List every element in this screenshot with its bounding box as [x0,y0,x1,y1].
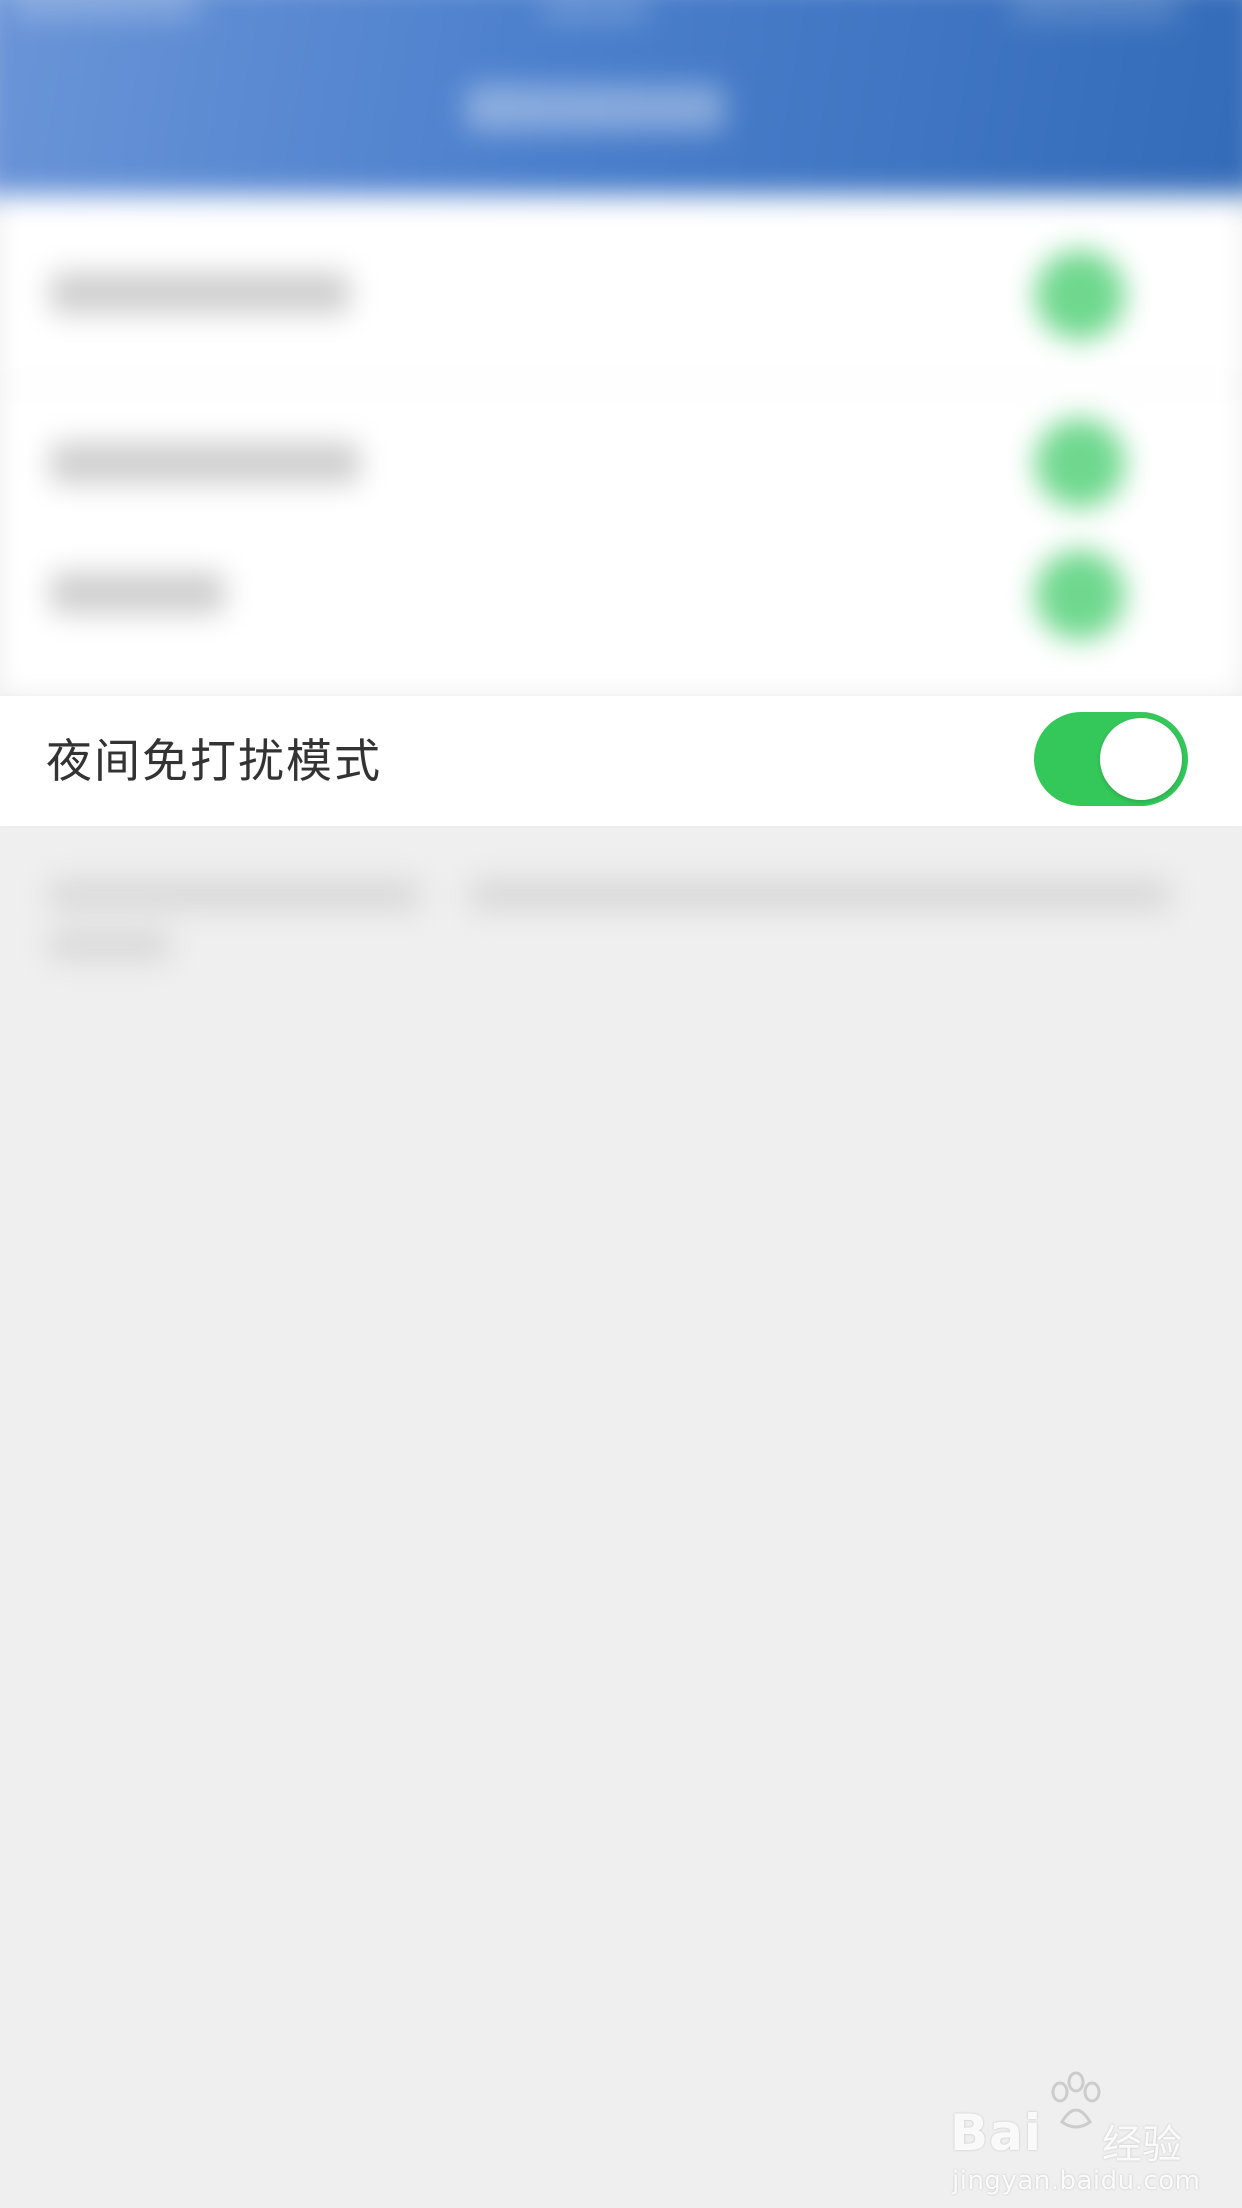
status-bar-time [540,0,650,22]
blurred-row-label [50,572,225,614]
nav-title [465,84,725,132]
watermark-brand-suffix: 经验 [1102,2122,1182,2168]
blurred-description [50,930,170,960]
baidu-jingyan-watermark: Bai 经验 jingyan.baidu.com [950,2070,1200,2196]
blurred-row-label [50,442,360,484]
navigation-bar [0,0,1242,195]
blurred-description [470,880,1170,910]
setting-row-night-dnd[interactable]: 夜间免打扰模式 [0,696,1242,826]
blurred-toggle [1035,250,1125,340]
night-dnd-toggle[interactable] [1034,712,1188,806]
status-bar-battery [1010,0,1180,20]
watermark-brand: Bai [950,2104,1042,2162]
watermark-url: jingyan.baidu.com [952,2166,1201,2196]
blurred-row-label [50,272,350,314]
blurred-toggle [1035,550,1125,640]
blurred-background [0,0,1242,1100]
night-dnd-label: 夜间免打扰模式 [46,734,382,788]
blurred-description [50,880,420,910]
blurred-toggle [1035,418,1125,508]
toggle-knob [1100,718,1182,800]
status-bar-carrier [10,0,200,18]
row-divider [0,385,1242,387]
